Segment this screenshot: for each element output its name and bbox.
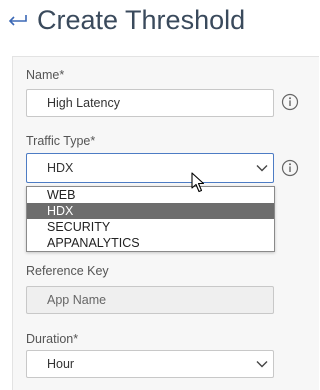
dropdown-option-hdx[interactable]: HDX (27, 203, 274, 219)
name-label: Name* (26, 68, 65, 82)
chevron-down-icon (256, 165, 268, 172)
dropdown-option-appanalytics[interactable]: APPANALYTICS (27, 235, 274, 251)
duration-select[interactable]: Hour (26, 350, 274, 378)
dropdown-option-security[interactable]: SECURITY (27, 219, 274, 235)
info-icon[interactable] (281, 93, 299, 111)
back-arrow-icon[interactable] (6, 10, 28, 32)
traffic-type-value: HDX (47, 161, 74, 175)
traffic-type-dropdown-list: WEB HDX SECURITY APPANALYTICS (26, 186, 275, 252)
duration-value: Hour (47, 357, 75, 371)
duration-label: Duration* (26, 332, 79, 346)
info-icon[interactable] (281, 159, 299, 177)
page-title: Create Threshold (37, 5, 246, 35)
reference-key-label: Reference Key (26, 264, 109, 278)
traffic-type-select[interactable]: HDX (26, 153, 274, 183)
chevron-down-icon (256, 361, 268, 368)
page-header: Create Threshold (0, 0, 318, 42)
dropdown-option-web[interactable]: WEB (27, 187, 274, 203)
reference-key-input: App Name (26, 286, 274, 314)
traffic-type-label: Traffic Type* (26, 134, 96, 148)
name-input[interactable]: High Latency (26, 89, 274, 117)
mouse-cursor-icon (191, 172, 205, 193)
